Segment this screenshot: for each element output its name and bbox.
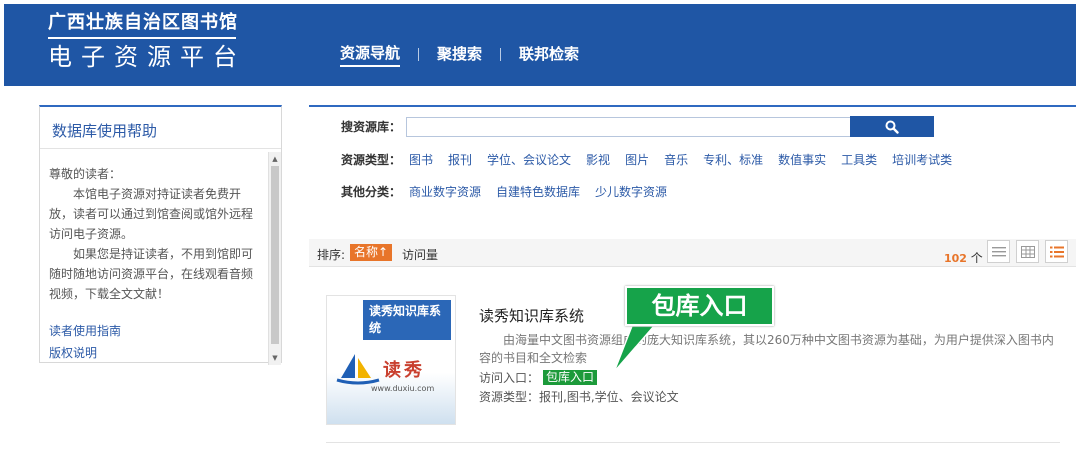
nav-separator: [500, 48, 502, 61]
type-link-video[interactable]: 影视: [586, 151, 610, 168]
grid-view-icon: [1020, 245, 1035, 258]
access-entry-button[interactable]: 包库入口: [543, 370, 598, 385]
nav-separator: [418, 48, 420, 61]
search-panel: 搜资源库： 资源类型： 图书 报刊 学位、会议论文 影视 图片 音乐 专利、标准…: [309, 105, 1076, 206]
resource-type: 资源类型：报刊,图书,学位、会议论文: [479, 390, 679, 404]
type-link-patents[interactable]: 专利、标准: [703, 151, 763, 168]
result-count-number: 102: [944, 252, 967, 265]
detail-view-button[interactable]: [1045, 240, 1068, 263]
help-panel: 数据库使用帮助 尊敬的读者： 本馆电子资源对持证读者免费开放，读者可以通过到馆查…: [39, 105, 282, 365]
main-nav: 资源导航 聚搜索 联邦检索: [340, 42, 579, 67]
scroll-down-arrow-icon[interactable]: ▼: [269, 353, 281, 363]
other-category-row: 其他分类： 商业数字资源 自建特色数据库 少儿数字资源: [341, 183, 682, 200]
thumbnail-banner: 读秀知识库系统: [363, 300, 451, 340]
nav-resource-navigation[interactable]: 资源导航: [340, 42, 401, 67]
sort-bar: 排序: 名称↑ 访问量 102 个: [309, 239, 1076, 267]
other-category-label: 其他分类：: [341, 185, 402, 199]
resource-thumbnail[interactable]: 读秀知识库系统 读秀 www.duxiu.com: [326, 295, 456, 425]
access-label: 访问入口：: [479, 371, 540, 385]
brand-divider: [48, 37, 236, 39]
brand-title: 广西壮族自治区图书馆: [48, 12, 238, 33]
brand-subtitle: 电子资源平台: [48, 43, 246, 71]
resource-title[interactable]: 读秀知识库系统: [479, 305, 584, 326]
search-row: 搜资源库：: [341, 116, 934, 137]
nav-federated-search[interactable]: 联邦检索: [519, 43, 579, 66]
sailboat-logo-icon: [336, 354, 380, 385]
type-link-books[interactable]: 图书: [409, 151, 433, 168]
resource-type-row: 资源类型： 图书 报刊 学位、会议论文 影视 图片 音乐 专利、标准 数值事实 …: [341, 151, 967, 168]
thumbnail-logo-text: 读秀: [383, 360, 425, 381]
sort-by-visits-button[interactable]: 访问量: [402, 246, 438, 263]
search-input[interactable]: [406, 116, 851, 137]
search-icon: [885, 120, 899, 134]
type-link-music[interactable]: 音乐: [664, 151, 688, 168]
help-links: 读者使用指南 版权说明: [49, 320, 121, 364]
help-panel-body: 尊敬的读者： 本馆电子资源对持证读者免费开放，读者可以通过到馆查阅或馆外远程访问…: [40, 152, 268, 310]
detail-list-icon: [1049, 246, 1064, 257]
category-link-children[interactable]: 少儿数字资源: [595, 183, 667, 200]
site-header: 广西壮族自治区图书馆 电子资源平台 资源导航 聚搜索 联邦检索: [4, 4, 1076, 86]
type-link-facts[interactable]: 数值事实: [778, 151, 826, 168]
nav-aggregate-search[interactable]: 聚搜索: [437, 43, 482, 66]
type-link-training[interactable]: 培训考试类: [892, 151, 952, 168]
resource-access: 访问入口： 包库入口: [479, 369, 598, 386]
list-view-icon: [991, 246, 1006, 256]
grid-view-button[interactable]: [1016, 240, 1039, 263]
scrollbar-thumb[interactable]: [271, 166, 279, 344]
scroll-up-arrow-icon[interactable]: ▲: [269, 154, 281, 164]
thumbnail-url: www.duxiu.com: [371, 384, 435, 393]
type-link-theses[interactable]: 学位、会议论文: [487, 151, 571, 168]
search-button[interactable]: [850, 116, 934, 137]
result-count-unit: 个: [970, 251, 983, 265]
type-link-periodicals[interactable]: 报刊: [448, 151, 472, 168]
category-link-self-built[interactable]: 自建特色数据库: [496, 183, 580, 200]
resource-description: 由海量中文图书资源组成的庞大知识库系统，其以260万种中文图书资源为基础，为用户…: [479, 333, 1054, 365]
type-link-images[interactable]: 图片: [625, 151, 649, 168]
help-paragraph: 如果您是持证读者，不用到馆即可随时随地访问资源平台，在线观看音频视频，下载全文文…: [49, 247, 254, 301]
result-count: 102 个: [944, 249, 983, 266]
site-brand[interactable]: 广西壮族自治区图书馆 电子资源平台: [48, 12, 246, 73]
help-panel-title: 数据库使用帮助: [40, 107, 281, 149]
sort-label: 排序:: [317, 248, 346, 262]
resource-type-label: 资源类型：: [341, 153, 402, 167]
list-view-button[interactable]: [987, 240, 1010, 263]
help-paragraph: 本馆电子资源对持证读者免费开放，读者可以通过到馆查阅或馆外远程访问电子资源。: [49, 187, 254, 241]
callout-access-entry[interactable]: 包库入口: [625, 286, 774, 326]
help-greeting: 尊敬的读者：: [49, 167, 122, 181]
search-label: 搜资源库：: [341, 120, 402, 134]
sort-by-name-button[interactable]: 名称↑: [350, 244, 393, 261]
category-link-commercial[interactable]: 商业数字资源: [409, 183, 481, 200]
reader-guide-link[interactable]: 读者使用指南: [49, 320, 121, 342]
results-panel: 排序: 名称↑ 访问量 102 个 读秀知识库系统 读秀 www.duxiu.c…: [309, 239, 1076, 457]
type-link-tools[interactable]: 工具类: [841, 151, 877, 168]
help-scrollbar[interactable]: ▲ ▼: [268, 152, 281, 365]
copyright-link[interactable]: 版权说明: [49, 342, 121, 364]
